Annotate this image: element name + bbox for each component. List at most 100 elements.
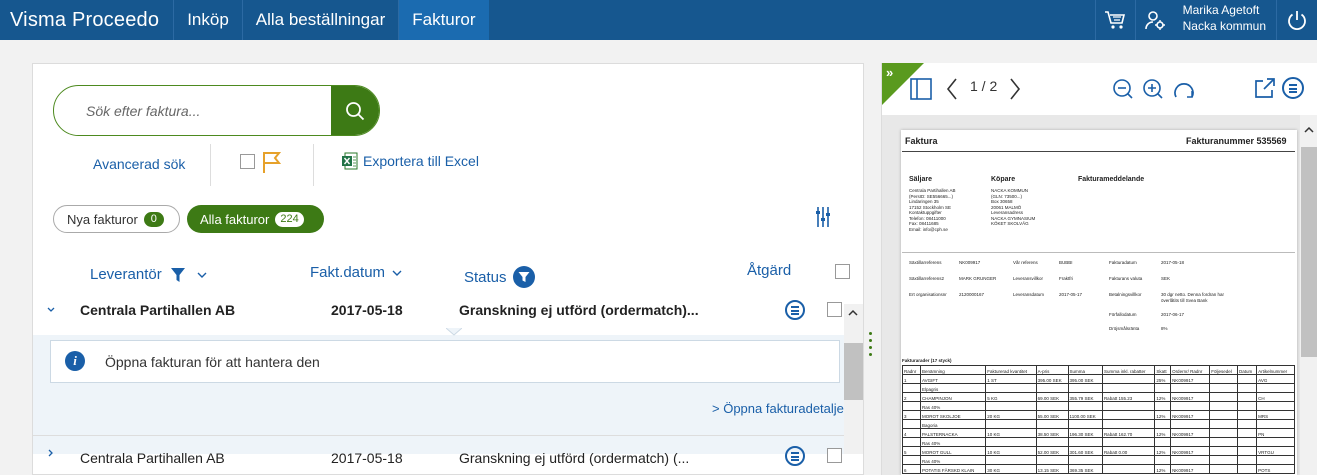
doc-table-cell: VRTGU <box>1256 446 1295 456</box>
doc-reference-cell: NK009917 <box>959 260 981 265</box>
new-invoices-count: 0 <box>143 211 164 227</box>
viewer-menu-icon[interactable] <box>1282 77 1304 99</box>
doc-table-cell <box>1101 464 1156 474</box>
rotate-icon[interactable] <box>1172 77 1196 101</box>
doc-table-header-cell: Artikelnummer <box>1256 365 1295 375</box>
doc-table-header-cell: Skatt <box>1154 365 1172 375</box>
chevron-down-icon[interactable] <box>46 305 56 315</box>
doc-table-cell: 395.00 SEK <box>1035 374 1069 384</box>
flag-filter-checkbox[interactable] <box>240 154 255 169</box>
all-invoices-filter[interactable]: Alla fakturor 224 <box>187 205 324 233</box>
chevron-down-icon[interactable] <box>196 269 208 281</box>
doc-table-cell <box>1170 455 1211 465</box>
doc-table-cell <box>1035 401 1069 411</box>
doc-table-cell: MOROT GULL <box>919 446 987 456</box>
doc-table-cell <box>1256 383 1295 393</box>
column-header-supplier[interactable]: Leverantör <box>90 266 208 283</box>
doc-table-cell: Elpagris <box>919 383 987 393</box>
doc-table-cell: 10 KG <box>985 428 1037 438</box>
row-checkbox[interactable] <box>827 448 842 463</box>
doc-reference-cell: Säxtillarreferens2 <box>909 276 945 281</box>
column-settings-icon[interactable] <box>815 206 831 228</box>
doc-table-cell: 25% <box>1154 374 1172 384</box>
power-icon[interactable] <box>1277 0 1317 40</box>
doc-table-cell: 12% <box>1154 446 1172 456</box>
doc-table-row: Ras 40% <box>902 401 1295 411</box>
list-scrollbar-thumb[interactable] <box>844 343 863 400</box>
doc-table-cell <box>1256 419 1295 429</box>
zoom-out-icon[interactable] <box>1112 78 1134 100</box>
export-excel-button[interactable]: Exportera till Excel <box>342 152 479 170</box>
doc-rule <box>902 151 1295 152</box>
user-settings-icon[interactable] <box>1134 0 1175 40</box>
next-page-icon[interactable] <box>1008 77 1022 101</box>
doc-reference-cell: Ert organisationsnr <box>909 292 947 297</box>
chevron-right-icon[interactable] <box>46 448 56 458</box>
doc-table-header-cell: Fakturerad kvantitet <box>985 365 1037 375</box>
nav-item-alla-bestallningar[interactable]: Alla beställningar <box>241 0 398 40</box>
doc-table-cell <box>1170 383 1211 393</box>
doc-table-cell <box>1154 401 1172 411</box>
doc-table-cell <box>1209 401 1238 411</box>
search-input[interactable] <box>54 86 332 135</box>
user-info[interactable]: Marika Agetoft Nacka kommun <box>1175 0 1277 40</box>
doc-seller-address: Centrala Partihallen AB (PersID: SE556665… <box>909 188 956 232</box>
sidebar-toggle-icon[interactable] <box>909 77 933 101</box>
zoom-in-icon[interactable] <box>1142 78 1164 100</box>
doc-table-cell <box>1209 392 1238 402</box>
doc-reference-cell: 2017-05-18 <box>1161 260 1185 265</box>
doc-table-cell: CHAMPINJON <box>919 392 987 402</box>
doc-table-cell: 38.50 SEK <box>1035 428 1069 438</box>
doc-table-cell <box>1101 401 1156 411</box>
scroll-up-icon[interactable] <box>847 308 859 318</box>
row-menu-icon[interactable] <box>785 300 805 320</box>
row-checkbox[interactable] <box>827 302 842 317</box>
viewer-scrollbar-thumb[interactable] <box>1301 147 1317 357</box>
doc-table-caption: Fakturarader (17 styck) <box>902 358 952 363</box>
doc-table-cell <box>985 383 1037 393</box>
column-header-date[interactable]: Fakt.datum <box>310 264 403 281</box>
open-invoice-details-link[interactable]: > Öppna fakturadetaljer <box>712 401 848 416</box>
new-invoices-filter[interactable]: Nya fakturor 0 <box>53 205 180 233</box>
advanced-search-link[interactable]: Avancerad sök <box>93 156 185 172</box>
doc-table-cell <box>1154 419 1172 429</box>
doc-reference-cell: 30 dgr netto. Denna fordran har överlåti… <box>1161 292 1225 303</box>
filter-active-icon[interactable] <box>512 266 535 288</box>
doc-text-line: Email: info@cph.se <box>909 226 948 232</box>
select-all-checkbox[interactable] <box>835 264 850 279</box>
doc-invoice-lines-table: Radnr Benämning Fakturerad kvantitet A-pris… <box>902 365 1295 474</box>
new-invoices-label: Nya fakturor <box>67 211 138 227</box>
brand-logo[interactable]: Visma Proceedo <box>0 0 173 40</box>
doc-table-cell: 395.00 SEK <box>1067 374 1103 384</box>
previous-page-icon[interactable] <box>945 77 959 101</box>
doc-table-cell: 4 <box>902 428 921 438</box>
scroll-up-icon[interactable] <box>1303 125 1315 135</box>
double-chevron-right-icon[interactable]: » <box>886 66 893 79</box>
doc-table-cell: AVGIFT <box>919 374 987 384</box>
chevron-down-icon[interactable] <box>391 267 403 279</box>
doc-table-cell: 1 ST <box>985 374 1037 384</box>
row-menu-icon[interactable] <box>785 446 805 466</box>
nav-item-inkop[interactable]: Inköp <box>173 0 242 40</box>
filter-active-icon[interactable] <box>170 267 186 283</box>
doc-table-cell <box>1035 437 1069 447</box>
doc-reference-cell: Fraktfri <box>1059 276 1073 281</box>
flag-icon[interactable] <box>261 150 283 174</box>
doc-table-cell <box>1209 437 1238 447</box>
doc-table-cell <box>1236 419 1258 429</box>
doc-table-row: Ras 40% <box>902 455 1295 465</box>
doc-table-cell: Rabatt 0.00 <box>1101 446 1156 456</box>
panel-resize-handle[interactable] <box>869 332 873 360</box>
doc-table-cell: NK009917 <box>1170 374 1211 384</box>
divider <box>313 144 314 186</box>
doc-table-header-cell: Summa <box>1067 365 1103 375</box>
user-name: Marika Agetoft <box>1182 3 1260 17</box>
search-icon <box>346 101 365 120</box>
column-header-status[interactable]: Status <box>464 266 535 288</box>
search-button[interactable] <box>331 86 379 135</box>
cart-icon[interactable] <box>1094 0 1135 40</box>
nav-item-fakturor[interactable]: Fakturor <box>398 0 489 40</box>
doc-title: Faktura <box>905 136 938 146</box>
all-invoices-label: Alla fakturor <box>200 211 270 227</box>
open-external-icon[interactable] <box>1254 77 1276 99</box>
